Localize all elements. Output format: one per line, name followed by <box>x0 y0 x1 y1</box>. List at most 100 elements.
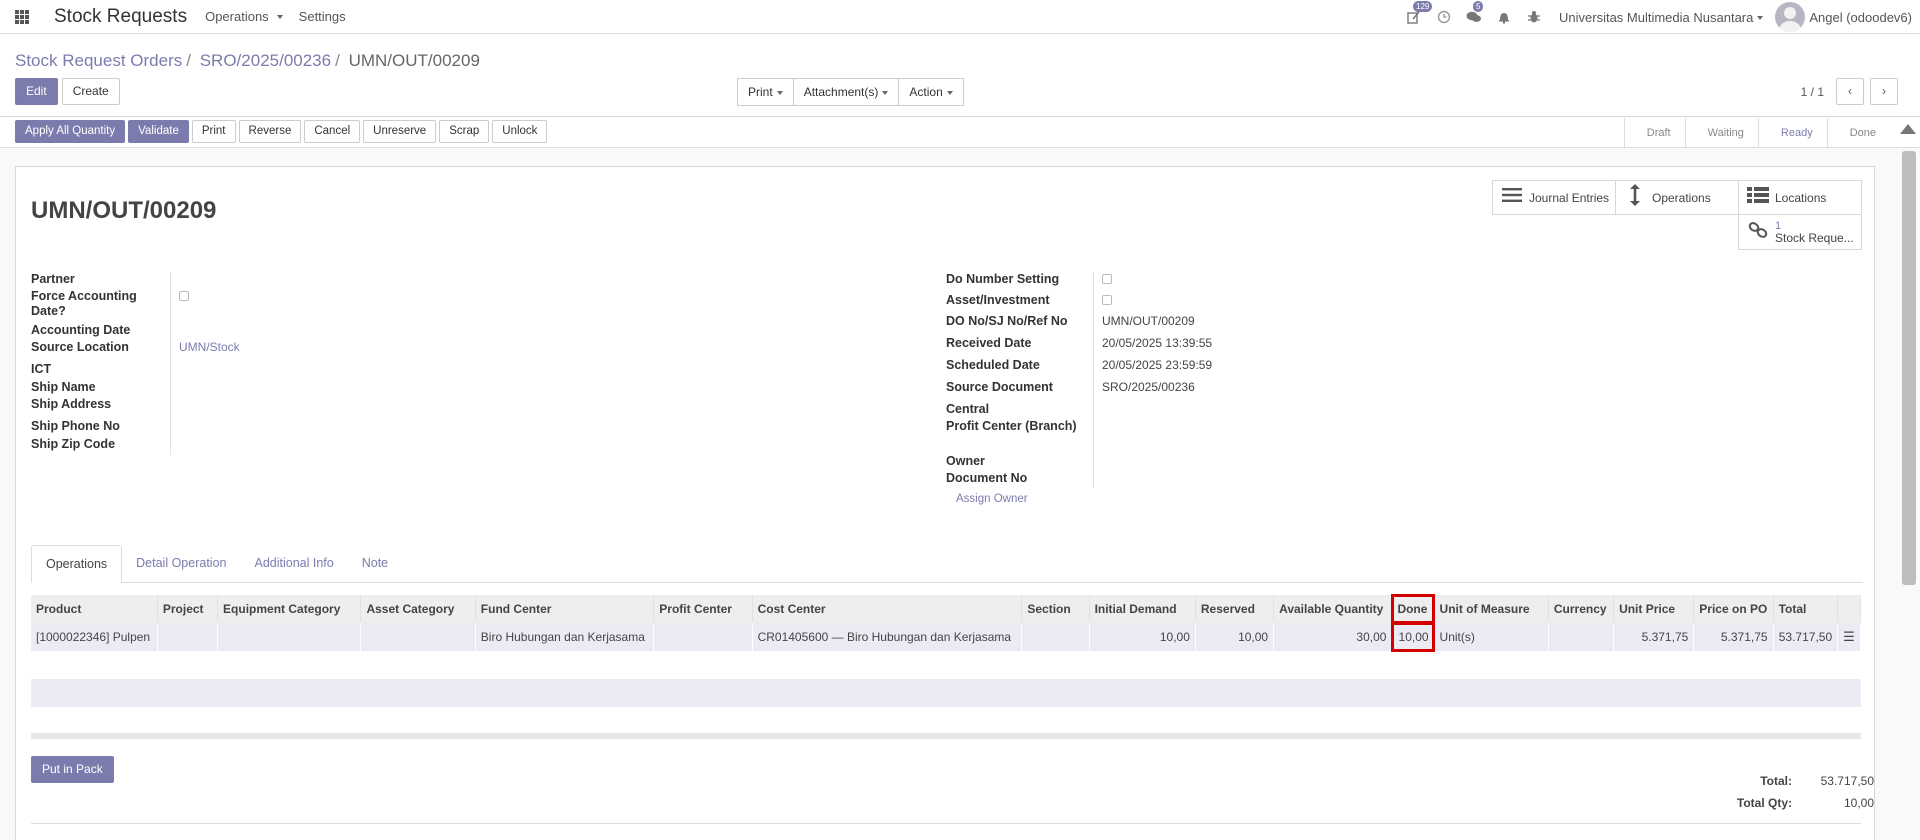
stage-ready[interactable]: Ready <box>1757 118 1827 148</box>
tab-detail-operation[interactable]: Detail Operation <box>122 545 240 583</box>
stage-draft[interactable]: Draft <box>1623 118 1685 148</box>
column-done[interactable]: Done <box>1390 594 1436 624</box>
cell-profit-center[interactable] <box>653 623 753 651</box>
tab-note[interactable]: Note <box>348 545 402 583</box>
cell-section[interactable] <box>1021 623 1090 651</box>
scrollbar-thumb[interactable] <box>1902 151 1916 585</box>
pager-next-button[interactable]: › <box>1870 78 1898 105</box>
journal-entries-button[interactable]: Journal Entries <box>1492 180 1616 215</box>
cell-available-quantity[interactable]: 30,00 <box>1273 623 1393 651</box>
column-project[interactable]: Project <box>157 595 219 623</box>
cancel-button[interactable]: Cancel <box>304 120 361 143</box>
stock-requests-button[interactable]: 1 Stock Reque... <box>1738 214 1862 250</box>
profit-center-branch-value <box>1094 419 1102 454</box>
clock-icon[interactable] <box>1429 0 1459 34</box>
edit-button[interactable]: Edit <box>15 78 58 105</box>
accounting-date-value <box>171 323 179 340</box>
owner-value <box>1094 454 1102 471</box>
print-button[interactable]: Print <box>191 120 236 143</box>
column-available-quantity[interactable]: Available Quantity <box>1273 595 1393 623</box>
breadcrumb-separator: / <box>186 51 191 70</box>
locations-button[interactable]: Locations <box>1738 180 1862 215</box>
column-product[interactable]: Product <box>31 595 158 623</box>
force-accounting-checkbox[interactable] <box>179 291 189 301</box>
put-in-pack-button[interactable]: Put in Pack <box>31 756 114 783</box>
column-initial-demand[interactable]: Initial Demand <box>1089 595 1196 623</box>
column-total[interactable]: Total <box>1773 595 1839 623</box>
cell-total[interactable]: 53.717,50 <box>1773 623 1839 651</box>
control-panel: Stock Request Orders / SRO/2025/00236/ UM… <box>0 35 1920 117</box>
scrollbar[interactable] <box>1902 151 1916 840</box>
tab-additional-info[interactable]: Additional Info <box>240 545 347 583</box>
breadcrumb-stock-request-orders[interactable]: Stock Request Orders <box>15 51 182 70</box>
cell-fund-center[interactable]: Biro Hubungan dan Kerjasama <box>475 623 655 651</box>
menu-settings[interactable]: Settings <box>299 9 346 24</box>
operations-button[interactable]: Operations <box>1615 180 1739 215</box>
breadcrumb-sro[interactable]: SRO/2025/00236 <box>200 51 331 70</box>
scroll-up-arrow-icon[interactable] <box>1900 124 1916 134</box>
bug-icon[interactable] <box>1519 0 1549 34</box>
cell-initial-demand[interactable]: 10,00 <box>1089 623 1196 651</box>
accounting-date-label: Accounting Date <box>31 323 171 340</box>
cell-asset-category[interactable] <box>360 623 476 651</box>
column-price-on-po[interactable]: Price on PO <box>1693 595 1774 623</box>
cell-reserved[interactable]: 10,00 <box>1195 623 1275 651</box>
column-asset-category[interactable]: Asset Category <box>360 595 476 623</box>
pager-previous-button[interactable]: ‹ <box>1836 78 1864 105</box>
user-avatar[interactable] <box>1775 2 1806 32</box>
tab-operations[interactable]: Operations <box>31 545 123 583</box>
detail-list-icon[interactable]: ☰ <box>1843 629 1855 644</box>
arrows-vertical-icon <box>1624 184 1646 211</box>
bell-icon[interactable] <box>1489 0 1519 34</box>
total-label: Total: <box>1760 774 1792 788</box>
chat-icon[interactable]: 5 <box>1459 0 1489 34</box>
do-number-setting-checkbox[interactable] <box>1102 274 1112 284</box>
column-unit-price[interactable]: Unit Price <box>1613 595 1695 623</box>
column-cost-center[interactable]: Cost Center <box>752 595 1023 623</box>
reverse-button[interactable]: Reverse <box>238 120 302 143</box>
central-label: Central <box>946 402 1094 419</box>
cell-currency[interactable] <box>1548 623 1615 651</box>
cell-product[interactable]: [1000022346] Pulpen <box>31 623 158 651</box>
asset-investment-checkbox[interactable] <box>1102 295 1112 305</box>
apply-all-quantity-button[interactable]: Apply All Quantity <box>15 120 126 143</box>
company-switcher[interactable]: Universitas Multimedia Nusantara <box>1559 10 1764 25</box>
column-reserved[interactable]: Reserved <box>1195 595 1275 623</box>
scrap-button[interactable]: Scrap <box>439 120 490 143</box>
column-currency[interactable]: Currency <box>1548 595 1615 623</box>
action-dropdown[interactable]: Action <box>898 78 964 106</box>
user-menu[interactable]: Angel (odoodev6) <box>1809 10 1912 25</box>
cell-cost-center[interactable]: CR01405600 — Biro Hubungan dan Kerjasama <box>752 623 1023 651</box>
column-section[interactable]: Section <box>1021 595 1090 623</box>
activity-edit-icon[interactable]: 129 <box>1399 0 1433 34</box>
apps-menu-icon[interactable] <box>0 0 44 34</box>
column-equipment-category[interactable]: Equipment Category <box>217 595 362 623</box>
sheet-bottom-divider <box>31 823 1861 824</box>
stage-waiting[interactable]: Waiting <box>1684 118 1758 148</box>
ship-phone-label: Ship Phone No <box>31 419 171 437</box>
table-row[interactable]: [1000022346] Pulpen Biro Hubungan dan Ke… <box>31 622 1861 652</box>
cell-handle[interactable]: ☰ <box>1837 623 1861 651</box>
cell-unit-of-measure[interactable]: Unit(s) <box>1434 623 1549 651</box>
column-fund-center[interactable]: Fund Center <box>475 595 655 623</box>
received-date-value: 20/05/2025 13:39:55 <box>1102 336 1213 350</box>
stage-done[interactable]: Done <box>1826 118 1890 148</box>
caret-down-icon <box>276 14 283 19</box>
validate-button[interactable]: Validate <box>128 120 189 143</box>
menu-operations[interactable]: Operations <box>205 9 283 24</box>
cell-price-on-po[interactable]: 5.371,75 <box>1693 623 1774 651</box>
source-location-link[interactable]: UMN/Stock <box>179 340 240 354</box>
cell-unit-price[interactable]: 5.371,75 <box>1613 623 1695 651</box>
column-profit-center[interactable]: Profit Center <box>653 595 753 623</box>
cell-project[interactable] <box>157 623 219 651</box>
create-button[interactable]: Create <box>61 78 120 105</box>
assign-owner-link[interactable]: Assign Owner <box>956 493 1028 505</box>
cell-equipment-category[interactable] <box>217 623 362 651</box>
cell-done[interactable]: 10,00 <box>1390 622 1436 652</box>
column-unit-of-measure[interactable]: Unit of Measure <box>1434 595 1549 623</box>
pager-value[interactable]: 1 / 1 <box>1801 85 1824 99</box>
unreserve-button[interactable]: Unreserve <box>363 120 437 143</box>
print-dropdown[interactable]: Print <box>737 78 794 106</box>
unlock-button[interactable]: Unlock <box>492 120 548 143</box>
attachments-dropdown[interactable]: Attachment(s) <box>792 78 900 106</box>
